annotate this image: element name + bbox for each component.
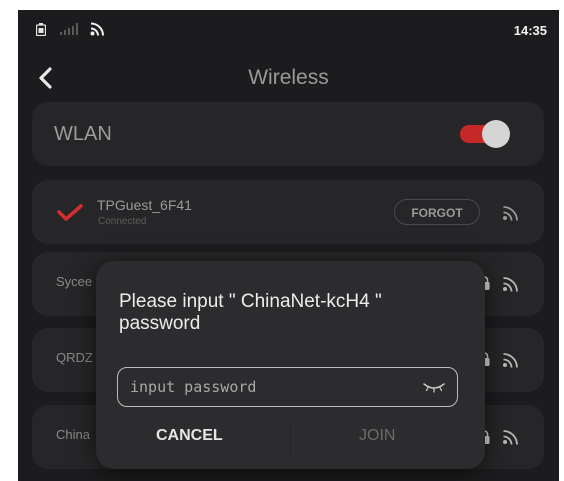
wifi-icon — [503, 353, 518, 368]
password-field[interactable] — [117, 367, 458, 407]
eye-closed-icon[interactable] — [423, 381, 445, 393]
header: Wireless — [18, 60, 559, 100]
wifi-icon — [503, 206, 518, 221]
wlan-toggle[interactable] — [460, 120, 510, 148]
screen: 14:35 Wireless WLAN TPGuest_6F41 Connect… — [0, 0, 564, 481]
wlan-row: WLAN — [32, 102, 544, 166]
status-time: 14:35 — [513, 23, 547, 38]
password-input[interactable] — [130, 375, 400, 399]
status-bar: 14:35 — [18, 10, 559, 50]
wifi-icon — [90, 22, 104, 36]
cancel-button[interactable]: CANCEL — [156, 427, 223, 445]
dialog-actions: CANCEL JOIN — [96, 421, 485, 461]
sim-icon — [36, 23, 46, 36]
check-icon — [57, 204, 83, 221]
join-button[interactable]: JOIN — [359, 427, 395, 445]
signal-icon — [60, 23, 78, 35]
page-title: Wireless — [248, 66, 329, 89]
dialog-prompt: Please input " ChinaNet-kcH4 " password — [119, 291, 382, 334]
toggle-knob — [482, 120, 510, 148]
connected-network-status: Connected — [98, 216, 147, 227]
connected-network-row[interactable]: TPGuest_6F41 Connected FORGOT — [32, 180, 544, 244]
network-name: Sycee — [56, 274, 93, 289]
device-screen: 14:35 Wireless WLAN TPGuest_6F41 Connect… — [18, 10, 559, 481]
network-name: China — [56, 427, 90, 442]
forgot-button[interactable]: FORGOT — [394, 199, 480, 225]
network-name: QRDZ — [56, 350, 93, 365]
wifi-icon — [503, 277, 518, 292]
action-divider — [290, 421, 291, 461]
wifi-icon — [503, 430, 518, 445]
wlan-label: WLAN — [54, 123, 112, 145]
connected-network-name: TPGuest_6F41 — [97, 197, 192, 213]
password-dialog: Please input " ChinaNet-kcH4 " password … — [96, 261, 485, 469]
